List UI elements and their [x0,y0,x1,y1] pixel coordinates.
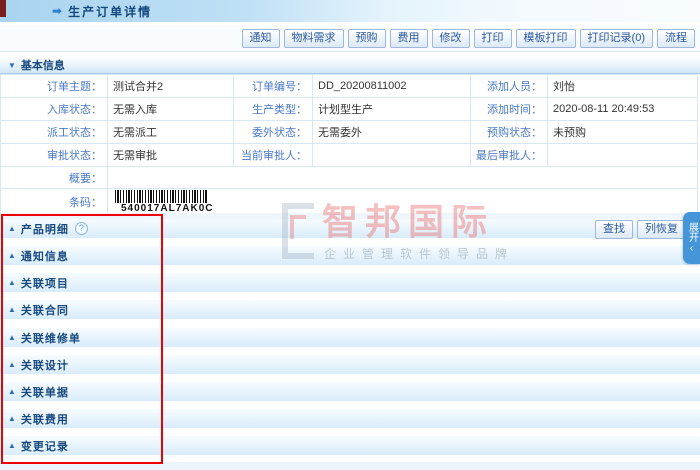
section-label: 通知信息 [20,250,69,263]
section-related-contract[interactable]: ▲ 关联合同 [0,300,700,319]
table-row: 概要： [0,166,698,189]
section-label: 关联设计 [20,359,69,372]
template-print-button[interactable]: 模板打印 [515,28,576,48]
separator [0,462,700,470]
triangle-up-icon: ▲ [8,333,16,342]
field-value: 测试合并2 [107,74,234,98]
field-label: 最后审批人： [470,143,548,167]
field-value: 无需派工 [107,120,234,144]
find-button[interactable]: 查找 [595,220,633,239]
field-label: 订单编号： [233,74,313,98]
field-label: 派工状态： [0,120,108,144]
summary-label: 概要： [0,166,108,189]
triangle-up-icon: ▲ [8,251,16,260]
arrow-right-icon: ➡ [52,4,63,18]
field-label: 审批状态： [0,143,108,167]
section-related-cost[interactable]: ▲ 关联费用 [0,409,700,428]
section-label: 变更记录 [20,440,69,453]
table-row: 派工状态： 无需派工 委外状态： 无需委外 预购状态： 未预购 [0,120,698,144]
field-value: 无需审批 [107,143,234,167]
field-value: 计划型生产 [312,97,471,121]
page-title: 生产订单详情 [68,4,153,19]
material-request-button[interactable]: 物料需求 [283,28,344,48]
pre-purchase-button[interactable]: 预购 [347,28,386,48]
section-label: 关联合同 [20,304,69,317]
field-value: 2020-08-11 20:49:53 [547,97,698,121]
field-value: 刘怡 [547,74,698,98]
expand-panel-tab[interactable]: 展开 ‹ [683,212,700,264]
section-related-design[interactable]: ▲ 关联设计 [0,355,700,374]
section-label: 关联费用 [20,413,69,426]
field-label: 生产类型： [233,97,313,121]
toolbar: 通知 物料需求 预购 费用 修改 打印 模板打印 打印记录(0) 流程 [0,25,700,52]
table-row: 订单主题： 测试合并2 订单编号： DD_20200811002 添加人员： 刘… [0,74,698,98]
field-label: 订单主题： [0,74,108,98]
expand-tab-label: 展开 [686,222,698,242]
field-label: 入库状态： [0,97,108,121]
triangle-up-icon: ▲ [8,278,16,287]
basic-info-header[interactable]: ▼ 基本信息 [0,57,700,74]
field-label: 当前审批人： [233,143,313,167]
barcode-cell: 540017AL7AK0C [107,188,698,215]
field-label: 委外状态： [233,120,313,144]
triangle-up-icon: ▲ [8,224,16,233]
column-restore-button[interactable]: 列恢复 [637,220,686,239]
barcode-label: 条码： [0,188,108,215]
triangle-up-icon: ▲ [8,360,16,369]
field-label: 预购状态： [470,120,548,144]
section-notice-info[interactable]: ▲ 通知信息 [0,246,700,265]
field-value [547,143,698,167]
triangle-up-icon: ▲ [8,414,16,423]
production-order-detail-page: ➡ 生产订单详情 通知 物料需求 预购 费用 修改 打印 模板打印 打印记录(0… [0,0,700,470]
field-value: DD_20200811002 [312,74,471,98]
corner-marker [0,0,6,17]
triangle-up-icon: ▲ [8,387,16,396]
chevron-left-icon: ‹ [689,243,694,254]
summary-value [107,166,698,189]
field-label: 添加人员： [470,74,548,98]
section-change-record[interactable]: ▲ 变更记录 [0,436,700,455]
section-label: 关联项目 [20,277,69,290]
help-icon[interactable]: ? [74,222,88,235]
section-label: 关联维修单 [20,332,81,345]
section-label: 关联单据 [20,386,69,399]
section-product-detail[interactable]: ▲ 产品明细 ? 查找 列恢复 [0,219,700,239]
print-button[interactable]: 打印 [473,28,512,48]
field-value: 未预购 [547,120,698,144]
section-related-project[interactable]: ▲ 关联项目 [0,273,700,292]
basic-info-table: 订单主题： 测试合并2 订单编号： DD_20200811002 添加人员： 刘… [0,74,698,215]
field-value: 无需入库 [107,97,234,121]
print-record-button[interactable]: 打印记录(0) [579,28,653,48]
basic-info-title: 基本信息 [20,60,65,72]
product-detail-tools: 查找 列恢复 [595,220,686,239]
section-label: 产品明细 [20,223,69,236]
section-related-document[interactable]: ▲ 关联单据 [0,382,700,401]
table-row: 审批状态： 无需审批 当前审批人： 最后审批人： [0,143,698,167]
field-label: 添加时间： [470,97,548,121]
section-related-repair-order[interactable]: ▲ 关联维修单 [0,328,700,347]
table-row: 入库状态： 无需入库 生产类型： 计划型生产 添加时间： 2020-08-11 … [0,97,698,121]
modify-button[interactable]: 修改 [431,28,470,48]
triangle-down-icon: ▼ [8,60,16,70]
cost-button[interactable]: 费用 [389,28,428,48]
page-header: ➡ 生产订单详情 [0,0,700,22]
table-row: 条码： 540017AL7AK0C [0,188,698,215]
triangle-up-icon: ▲ [8,305,16,314]
field-value: 无需委外 [312,120,471,144]
notify-button[interactable]: 通知 [241,28,280,48]
triangle-up-icon: ▲ [8,441,16,450]
barcode-image [115,190,207,203]
field-value [312,143,471,167]
process-button[interactable]: 流程 [657,28,695,48]
